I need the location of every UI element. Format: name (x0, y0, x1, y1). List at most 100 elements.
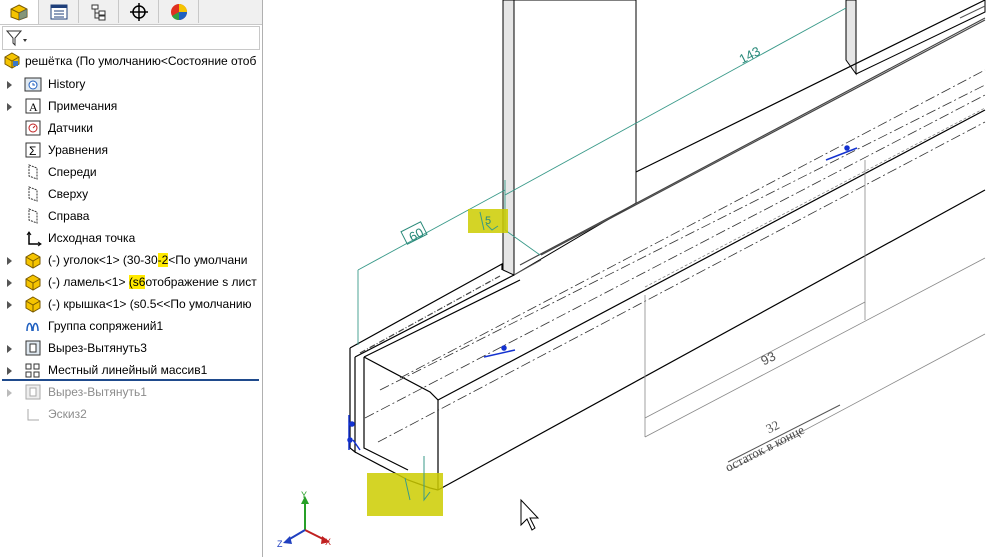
sensors-icon (23, 119, 43, 137)
tree-item-label: Справа (48, 209, 90, 223)
plane-icon (23, 163, 43, 181)
expand-arrow-icon[interactable] (6, 299, 14, 309)
tree-item-label: Спереди (48, 165, 97, 179)
tree-item-label: (-) крышка<1> (s0.5<<По умолчанию (48, 297, 252, 311)
svg-text:A: A (29, 100, 38, 114)
expand-arrow-icon[interactable] (6, 343, 14, 353)
configurationmanager-tab[interactable] (80, 0, 119, 23)
view-triad[interactable]: Y X Z (277, 490, 331, 549)
tree-item[interactable]: (-) ламель<1> (s6отображение s лист (0, 271, 262, 293)
filter-icon[interactable] (5, 29, 29, 47)
dim-5[interactable]: 5 (485, 215, 491, 227)
note-remainder[interactable]: остаток в конце (723, 422, 807, 475)
label-part: <По умолчани (168, 253, 248, 267)
tree-item[interactable]: Датчики (0, 117, 262, 139)
expand-arrow-icon[interactable] (6, 101, 14, 111)
dim-93[interactable]: 93 (758, 348, 778, 368)
tree-item[interactable]: Σ Уравнения (0, 139, 262, 161)
tree-item-label: Группа сопряжений1 (48, 319, 164, 333)
profile-tube (349, 0, 986, 491)
tree-item[interactable]: Эскиз2 (0, 403, 262, 425)
triad-z-label: Z (277, 539, 283, 549)
dimension-extension-lines (644, 107, 986, 471)
annotations-icon: A (23, 97, 43, 115)
tree-item-label: Местный линейный массив1 (48, 363, 208, 377)
tree-item-label: (-) уголок<1> (30-30-2<По умолчани (48, 253, 247, 267)
tree-item[interactable]: (-) уголок<1> (30-30-2<По умолчани (0, 249, 262, 271)
tree-item[interactable]: Исходная точка (0, 227, 262, 249)
tree-item[interactable]: (-) крышка<1> (s0.5<<По умолчанию (0, 293, 262, 315)
plane-icon (23, 185, 43, 203)
expand-arrow-icon[interactable] (6, 79, 14, 89)
tree-item-label: Сверху (48, 187, 89, 201)
label-part: отображение s лист (145, 275, 257, 289)
expand-arrow-icon[interactable] (6, 365, 14, 375)
tree-item[interactable]: Вырез-Вытянуть3 (0, 337, 262, 359)
expand-arrow-icon[interactable] (6, 387, 14, 397)
origin-icon (23, 229, 43, 247)
part-icon (23, 251, 43, 269)
propertymanager-tab[interactable] (40, 0, 79, 23)
expand-arrow-icon[interactable] (6, 255, 14, 265)
history-folder-icon (23, 75, 43, 93)
tree-item[interactable]: Сверху (0, 183, 262, 205)
manager-tabs (0, 0, 262, 25)
tree-item-label: Исходная точка (48, 231, 136, 245)
cube-icon (10, 4, 28, 21)
crosshair-icon (130, 2, 148, 21)
color-pie-icon (171, 3, 187, 20)
mouse-cursor-icon (520, 498, 540, 531)
assembly-icon (4, 52, 20, 69)
filter-field[interactable] (2, 26, 260, 50)
tree-item[interactable]: Местный линейный массив1 (0, 359, 262, 381)
svg-text:Σ: Σ (29, 144, 36, 158)
tree-item-label: Вырез-Вытянуть3 (48, 341, 147, 355)
tree-item-label: Уравнения (48, 143, 108, 157)
tree-item[interactable]: Справа (0, 205, 262, 227)
lamel-plate-left (502, 0, 637, 276)
tree-item-label: (-) ламель<1> (s6отображение s лист (48, 275, 257, 289)
triad-y-label: Y (301, 490, 307, 500)
cut-extrude-icon (23, 339, 43, 357)
tree-item-label: Эскиз2 (48, 407, 87, 421)
cut-extrude-icon (23, 383, 43, 401)
rollback-bar[interactable] (2, 379, 259, 381)
label-part: (-) ламель<1> (48, 275, 129, 289)
center-lines (364, 69, 986, 443)
part-icon (23, 295, 43, 313)
lamel-plate-right (845, 0, 986, 76)
tree-item-label: Примечания (48, 99, 118, 113)
equations-icon: Σ (23, 141, 43, 159)
tree-item[interactable]: Спереди (0, 161, 262, 183)
tree-item[interactable]: Вырез-Вытянуть1 (0, 381, 262, 403)
highlighted-label-part: -2 (157, 253, 169, 267)
green-dimension-lines (357, 7, 847, 345)
part-icon (23, 273, 43, 291)
tree-item-label: Датчики (48, 121, 93, 135)
sketch-icon (23, 405, 43, 423)
tree-root-label: решётка (По умолчанию<Состояние отоб (25, 54, 257, 68)
dimxpert-tab[interactable] (120, 0, 159, 23)
feature-manager-panel: решётка (По умолчанию<Состояние отоб His… (0, 0, 262, 557)
mates-icon (23, 317, 43, 335)
highlighted-label-part: (s6 (128, 275, 146, 289)
graphics-viewport[interactable]: 143 60 5 93 32 остаток в конце Y X Z (263, 0, 991, 557)
tree-item[interactable]: Группа сопряжений1 (0, 315, 262, 337)
label-part: (-) уголок<1> (30-30 (48, 253, 158, 267)
blue-mate-markers (347, 145, 858, 451)
triad-x-label: X (325, 537, 331, 547)
display-manager-tab[interactable] (160, 0, 199, 23)
tree-root-assembly[interactable]: решётка (По умолчанию<Состояние отоб (0, 52, 262, 70)
expand-arrow-icon[interactable] (6, 277, 14, 287)
list-icon (50, 4, 68, 19)
linear-pattern-icon (23, 361, 43, 379)
config-icon (91, 4, 106, 20)
note-underline (727, 404, 841, 463)
plane-icon (23, 207, 43, 225)
featuremanager-tab[interactable] (0, 0, 39, 24)
dim-143[interactable]: 143 (737, 43, 763, 66)
tree-item-label: History (48, 77, 86, 91)
tree-item-label: Вырез-Вытянуть1 (48, 385, 147, 399)
tree-item[interactable]: History (0, 73, 262, 95)
tree-item[interactable]: A Примечания (0, 95, 262, 117)
